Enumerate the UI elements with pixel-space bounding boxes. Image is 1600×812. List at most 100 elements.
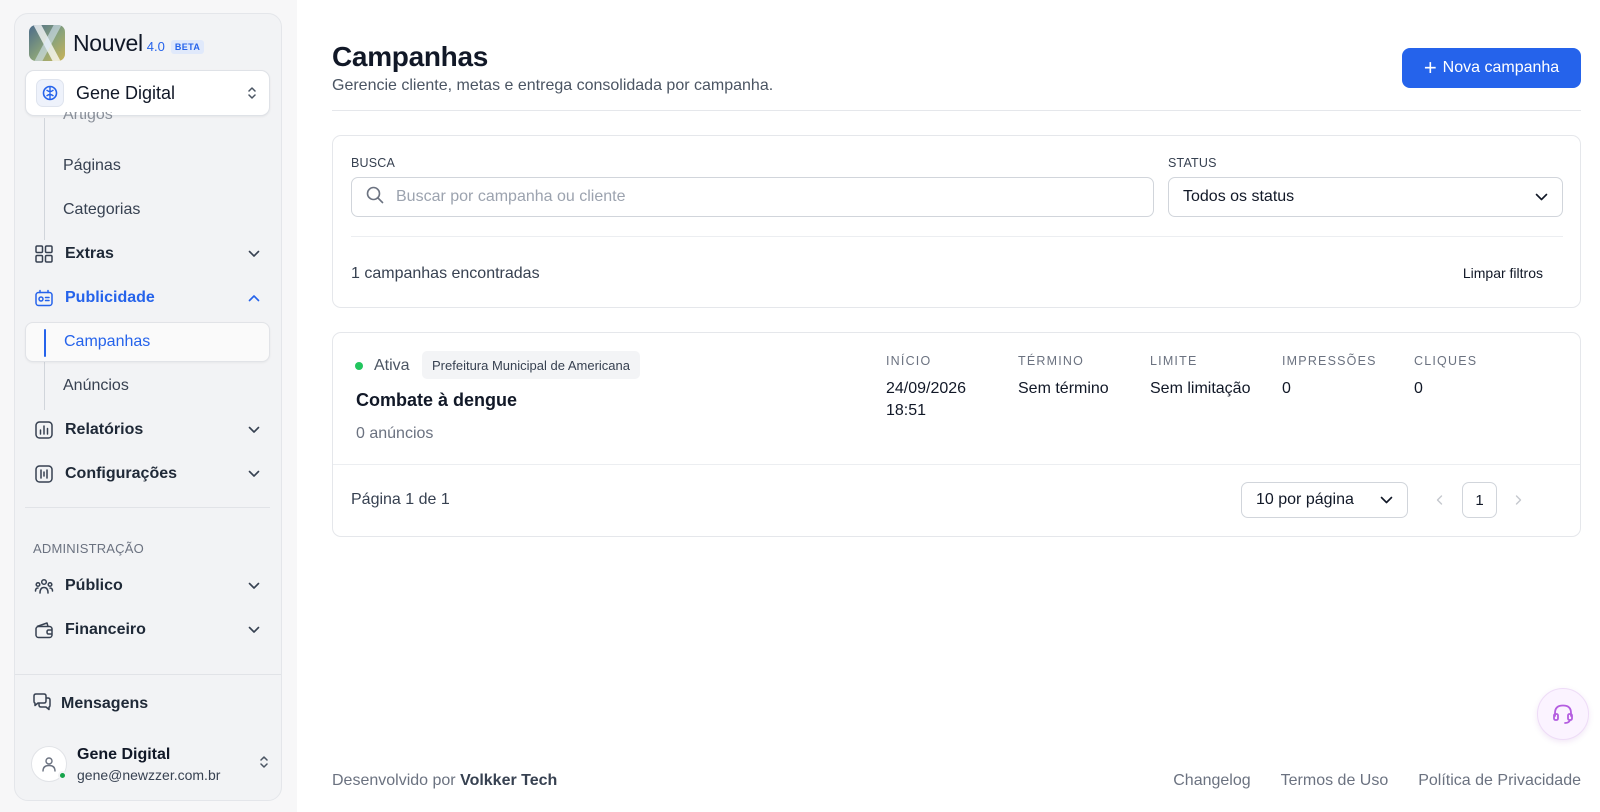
inicio-date: 24/09/2026 [886,380,967,397]
sidebar-item-relatorios[interactable]: Relatórios [25,410,270,450]
status-badge: Ativa [355,353,410,379]
status-text: Ativa [374,357,410,374]
chevron-down-icon [1380,491,1393,509]
search-icon [366,186,384,208]
brand[interactable]: Nouvel 4.0 BETA [29,25,205,61]
sidebar-item-campanhas[interactable]: Campanhas [25,322,270,362]
user-name: Gene Digital [77,745,171,763]
new-campaign-button[interactable]: + Nova campanha [1402,48,1581,88]
main-content: Campanhas Gerencie cliente, metas e entr… [297,0,1600,812]
workspace-logo-icon [36,79,64,107]
campaign-card[interactable]: Ativa Prefeitura Municipal de Americana … [332,332,1581,537]
chevron-down-icon [1535,188,1548,206]
chevron-down-icon [246,246,262,262]
chevron-down-icon [246,578,262,594]
impressoes-label: IMPRESSÕES [1282,354,1377,368]
chat-icon [31,691,53,717]
sidebar-item-configuracoes[interactable]: Configurações [25,454,270,494]
user-info: Gene Digital gene@newzzer.com.br [77,746,259,783]
campaign-name[interactable]: Combate à dengue [356,390,517,411]
ad-icon [33,287,55,309]
cliques-label: CLIQUES [1414,354,1478,368]
sidebar-item-publico[interactable]: Público [25,566,270,606]
logo-icon [29,25,65,61]
cliques-value: 0 [1414,380,1423,397]
inicio-value: 24/09/2026 18:51 [886,378,966,422]
workspace-name: Gene Digital [76,82,176,103]
sidebar-item-anuncios[interactable]: Anúncios [25,366,270,406]
per-page-select[interactable]: 10 por página [1241,482,1408,518]
search-input[interactable]: Buscar por campanha ou cliente [351,177,1154,217]
pagination-info: Página 1 de 1 [351,491,450,508]
wallet-icon [33,619,55,641]
footer-credits: Desenvolvido por Volkker Tech [332,772,557,790]
sidebar-item-label: Artigos [63,112,113,123]
admin-section-label: ADMINISTRAÇÃO [33,541,144,556]
changelog-link[interactable]: Changelog [1173,772,1250,790]
headset-icon [1553,704,1573,724]
sidebar-item-label: Configurações [65,465,178,482]
sidebar-item-extras[interactable]: Extras [25,234,270,274]
online-status-dot [58,771,67,780]
settings-sliders-icon [33,463,55,485]
user-email: gene@newzzer.com.br [77,766,221,783]
termino-value: Sem término [1018,380,1109,397]
status-label: STATUS [1168,156,1217,170]
page-number-button[interactable]: 1 [1462,482,1497,518]
chevron-up-down-icon [259,754,269,774]
page-title: Campanhas [332,41,489,72]
footer-links: Changelog Termos de Uso Política de Priv… [1173,772,1581,790]
user-menu[interactable]: Gene Digital gene@newzzer.com.br [31,742,269,786]
chevron-up-down-icon [245,84,259,102]
chevron-down-icon [246,466,262,482]
sidebar-item-label: Campanhas [64,333,151,350]
terms-link[interactable]: Termos de Uso [1281,772,1389,790]
sidebar-item-publicidade[interactable]: Publicidade [25,278,270,318]
prev-page-button[interactable] [1432,493,1446,507]
next-page-button[interactable] [1511,493,1525,507]
support-button[interactable] [1537,688,1589,740]
search-placeholder: Buscar por campanha ou cliente [396,188,626,205]
users-icon [33,575,55,597]
header-divider [332,110,1581,111]
brand-version: 4.0 [146,38,165,54]
selection-indicator [44,329,46,357]
status-select[interactable]: Todos os status [1168,177,1563,217]
sidebar-item-categorias[interactable]: Categorias [25,190,270,230]
sidebar-divider [15,674,281,675]
clear-filters-button[interactable]: Limpar filtros [1433,265,1543,281]
workspace-switcher[interactable]: Gene Digital [25,70,270,116]
impressoes-value: 0 [1282,380,1291,397]
status-dot [355,362,363,370]
chevron-down-icon [246,422,262,438]
sidebar-divider [25,507,270,508]
limite-value: Sem limitação [1150,380,1251,397]
client-badge: Prefeitura Municipal de Americana [422,351,640,379]
sidebar-item-financeiro[interactable]: Financeiro [25,610,270,650]
sidebar-item-label: Anúncios [63,377,129,394]
page-subtitle: Gerencie cliente, metas e entrega consol… [332,77,774,94]
results-count: 1 campanhas encontradas [351,265,540,282]
search-label: BUSCA [351,156,396,170]
privacy-link[interactable]: Política de Privacidade [1418,772,1581,790]
inicio-label: INÍCIO [886,354,932,368]
grid-icon [33,243,55,265]
footer-company[interactable]: Volkker Tech [460,772,557,789]
sidebar-item-label: Relatórios [65,421,144,438]
beta-badge: BETA [170,39,205,54]
sidebar-item-label: Financeiro [65,621,146,638]
brand-name: Nouvel [73,29,143,56]
sidebar-nav: Artigos Páginas Categorias Extras Public… [15,112,281,678]
status-select-value: Todos os status [1183,188,1295,205]
termino-label: TÉRMINO [1018,354,1085,368]
sidebar-item-artigos[interactable]: Artigos [25,112,270,132]
sidebar-item-label: Páginas [63,157,121,174]
limite-label: LIMITE [1150,354,1198,368]
chevron-right-icon [1515,495,1521,505]
chevron-up-icon [246,290,262,306]
sidebar-item-paginas[interactable]: Páginas [25,146,270,186]
user-icon [42,757,56,772]
per-page-value: 10 por página [1256,491,1354,508]
messages-link[interactable]: Mensagens [31,689,148,719]
sidebar-item-label: Público [65,577,123,594]
